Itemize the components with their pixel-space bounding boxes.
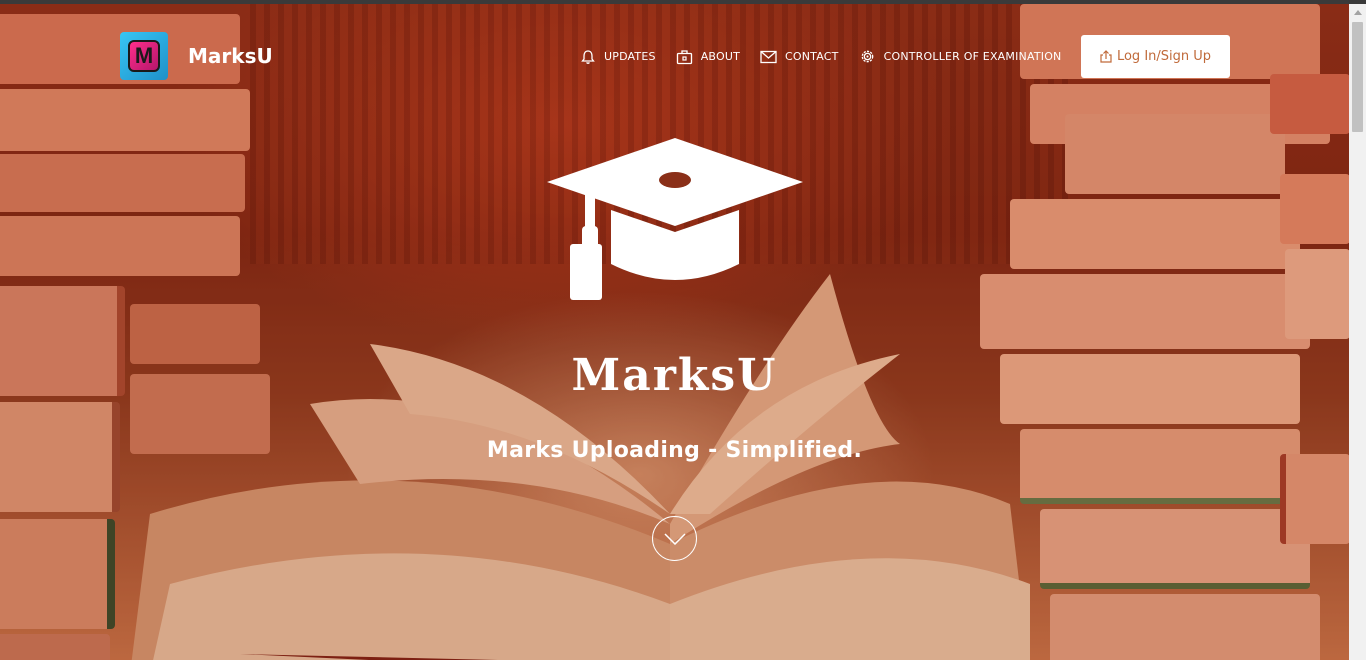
nav-label: ABOUT (700, 50, 740, 63)
nav-links: UPDATES ABOUT CONTACT CONTROLLER OF EXAM… (580, 48, 1082, 65)
window-top-border (0, 0, 1366, 4)
nav-item-controller-of-examination[interactable]: CONTROLLER OF EXAMINATION (859, 48, 1062, 65)
graduation-cap-icon (547, 138, 803, 300)
marksu-logo: M (120, 32, 168, 80)
gear-icon (861, 50, 873, 63)
login-signup-button[interactable]: Log In/Sign Up (1081, 35, 1230, 78)
bell-icon (581, 49, 595, 64)
hero-tagline: Marks Uploading - Simplified. (486, 438, 863, 463)
nav-label: CONTACT (785, 50, 839, 63)
share-icon (1100, 50, 1112, 63)
nav-item-about[interactable]: ABOUT (676, 49, 740, 65)
envelope-icon (760, 50, 777, 63)
brand-name: MarksU (188, 44, 273, 68)
page-scrollbar[interactable] (1349, 4, 1366, 660)
hero-title: MarksU (0, 350, 1349, 401)
scroll-down-button[interactable] (652, 516, 697, 561)
nav-label: CONTROLLER OF EXAMINATION (883, 50, 1062, 63)
brand[interactable]: M MarksU (120, 32, 273, 80)
login-signup-label: Log In/Sign Up (1116, 49, 1212, 64)
navbar: M MarksU UPDATES ABOUT CONTACT CONTROLLE… (0, 4, 1349, 104)
scrollbar-thumb[interactable] (1352, 22, 1363, 132)
nav-item-contact[interactable]: CONTACT (760, 50, 839, 64)
briefcase-icon (676, 49, 692, 64)
scroll-up-arrow[interactable] (1349, 4, 1366, 21)
chevron-down-icon (663, 532, 686, 545)
logo-letter: M (128, 40, 160, 72)
nav-item-updates[interactable]: UPDATES (580, 49, 656, 65)
nav-label: UPDATES (604, 50, 656, 63)
hero-title-text: MarksU (571, 350, 778, 401)
